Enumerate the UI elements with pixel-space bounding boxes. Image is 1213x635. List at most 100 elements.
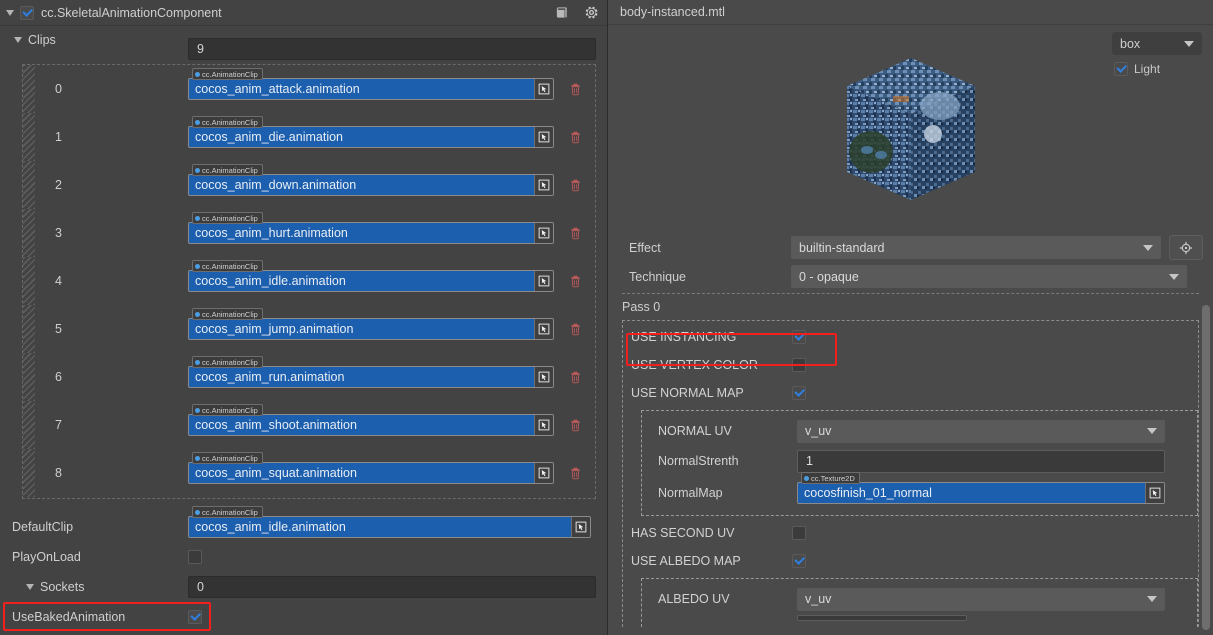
delete-clip-button[interactable]: [564, 419, 586, 432]
delete-clip-button[interactable]: [564, 179, 586, 192]
clip-asset: cc.AnimationClip cocos_anim_shoot.animati…: [188, 404, 554, 436]
locate-asset-icon[interactable]: [534, 415, 553, 435]
trash-icon: [570, 467, 580, 479]
effect-row: Effect builtin-standard: [608, 233, 1213, 262]
clip-field[interactable]: cocos_anim_down.animation: [188, 174, 554, 196]
albedo-uv-row: ALBEDO UV v_uv: [642, 584, 1197, 614]
sockets-count-field[interactable]: 0: [188, 576, 596, 598]
effect-locate-button[interactable]: [1169, 235, 1203, 260]
clip-field[interactable]: cocos_anim_shoot.animation: [188, 414, 554, 436]
clip-field[interactable]: cocos_anim_squat.animation: [188, 462, 554, 484]
locate-asset-icon[interactable]: [534, 223, 553, 243]
locate-asset-icon[interactable]: [534, 367, 553, 387]
albedo-map-group: ALBEDO UV v_uv: [641, 578, 1198, 627]
delete-clip-button[interactable]: [564, 467, 586, 480]
clip-row: 4 cc.AnimationClip cocos_anim_idle.animati…: [23, 257, 597, 305]
effect-select[interactable]: builtin-standard: [791, 236, 1161, 259]
delete-clip-button[interactable]: [564, 227, 586, 240]
clip-type-label: cc.AnimationClip: [202, 261, 258, 271]
asset-dot-icon: [195, 215, 200, 221]
clip-asset: cc.AnimationClip cocos_anim_attack.animat…: [188, 68, 554, 100]
right-panel-scrollbar[interactable]: [1202, 305, 1210, 630]
clip-field[interactable]: cocos_anim_run.animation: [188, 366, 554, 388]
define-row: HAS SECOND UV: [623, 519, 1198, 547]
locate-asset-icon[interactable]: [534, 463, 553, 483]
define-checkbox[interactable]: [792, 386, 806, 400]
clip-drag-handle[interactable]: [23, 65, 35, 113]
clip-asset: cc.AnimationClip cocos_anim_jump.animatio…: [188, 308, 554, 340]
define-checkbox[interactable]: [792, 554, 806, 568]
locate-asset-icon[interactable]: [534, 175, 553, 195]
define-checkbox[interactable]: [792, 526, 806, 540]
default-clip-value: cocos_anim_idle.animation: [189, 517, 571, 537]
clip-drag-handle[interactable]: [23, 257, 35, 305]
asset-dot-icon: [195, 167, 200, 173]
clip-type-label: cc.AnimationClip: [202, 405, 258, 415]
material-preview[interactable]: box Light: [608, 25, 1213, 233]
component-title: cc.SkeletalAnimationComponent: [41, 5, 222, 20]
default-clip-asset-type: cc.AnimationClip: [192, 506, 263, 518]
locate-asset-icon[interactable]: [534, 79, 553, 99]
clip-asset: cc.AnimationClip cocos_anim_hurt.animatio…: [188, 212, 554, 244]
delete-clip-button[interactable]: [564, 83, 586, 96]
clip-field[interactable]: cocos_anim_attack.animation: [188, 78, 554, 100]
define-label: USE INSTANCING: [631, 330, 737, 344]
delete-clip-button[interactable]: [564, 131, 586, 144]
locate-asset-icon[interactable]: [1145, 483, 1164, 503]
clip-drag-handle[interactable]: [23, 161, 35, 209]
preview-light-label: Light: [1134, 62, 1161, 76]
clip-drag-handle[interactable]: [23, 305, 35, 353]
normal-map-field[interactable]: cocosfinish_01_normal: [797, 482, 1165, 504]
clips-count-field[interactable]: 9: [188, 38, 596, 60]
delete-clip-button[interactable]: [564, 275, 586, 288]
component-enabled-checkbox[interactable]: [20, 5, 34, 20]
define-checkbox[interactable]: [792, 358, 806, 372]
clip-drag-handle[interactable]: [23, 449, 35, 497]
clips-label-group[interactable]: Clips: [14, 33, 56, 47]
use-baked-animation-checkbox[interactable]: [188, 610, 202, 624]
gear-icon[interactable]: [583, 5, 599, 21]
clip-field[interactable]: cocos_anim_hurt.animation: [188, 222, 554, 244]
clip-drag-handle[interactable]: [23, 113, 35, 161]
component-collapse-arrow-icon[interactable]: [6, 9, 14, 16]
book-icon[interactable]: [554, 5, 570, 21]
delete-clip-button[interactable]: [564, 323, 586, 336]
sockets-label-group[interactable]: Sockets: [0, 580, 188, 594]
effect-value: builtin-standard: [799, 240, 885, 255]
normal-strength-input[interactable]: 1: [797, 449, 1165, 473]
partial-field[interactable]: [797, 615, 967, 621]
locate-asset-icon[interactable]: [534, 127, 553, 147]
define-label: HAS SECOND UV: [631, 526, 735, 540]
define-checkbox[interactable]: [792, 330, 806, 344]
preview-light-checkbox[interactable]: [1114, 62, 1128, 76]
asset-dot-icon: [195, 407, 200, 413]
chevron-down-icon: [1169, 273, 1179, 280]
sockets-collapse-arrow-icon[interactable]: [26, 584, 34, 590]
clips-collapse-arrow-icon[interactable]: [14, 37, 22, 43]
clip-drag-handle[interactable]: [23, 353, 35, 401]
inspector-window: cc.SkeletalAnimationComponent Clips 9 0 c…: [0, 0, 1213, 635]
clip-asset-type: cc.AnimationClip: [192, 404, 263, 416]
play-on-load-checkbox[interactable]: [188, 550, 202, 564]
scrollbar-thumb[interactable]: [1202, 305, 1210, 630]
technique-select[interactable]: 0 - opaque: [791, 265, 1187, 288]
delete-clip-button[interactable]: [564, 371, 586, 384]
locate-asset-icon[interactable]: [534, 319, 553, 339]
clip-type-label: cc.AnimationClip: [202, 453, 258, 463]
header-icon-group: [554, 5, 599, 21]
trash-icon: [570, 227, 580, 239]
clip-type-label: cc.AnimationClip: [202, 117, 258, 127]
locate-asset-icon[interactable]: [534, 271, 553, 291]
clip-field[interactable]: cocos_anim_die.animation: [188, 126, 554, 148]
clip-drag-handle[interactable]: [23, 209, 35, 257]
clip-asset: cc.AnimationClip cocos_anim_idle.animatio…: [188, 260, 554, 292]
preview-shape-select[interactable]: box: [1112, 32, 1202, 55]
locate-asset-icon[interactable]: [571, 517, 590, 537]
default-clip-field[interactable]: cocos_anim_idle.animation: [188, 516, 591, 538]
normal-uv-select[interactable]: v_uv: [797, 419, 1165, 443]
default-clip-label: DefaultClip: [12, 520, 74, 534]
clip-field[interactable]: cocos_anim_idle.animation: [188, 270, 554, 292]
clip-field[interactable]: cocos_anim_jump.animation: [188, 318, 554, 340]
albedo-uv-select[interactable]: v_uv: [797, 587, 1165, 611]
clip-drag-handle[interactable]: [23, 401, 35, 449]
